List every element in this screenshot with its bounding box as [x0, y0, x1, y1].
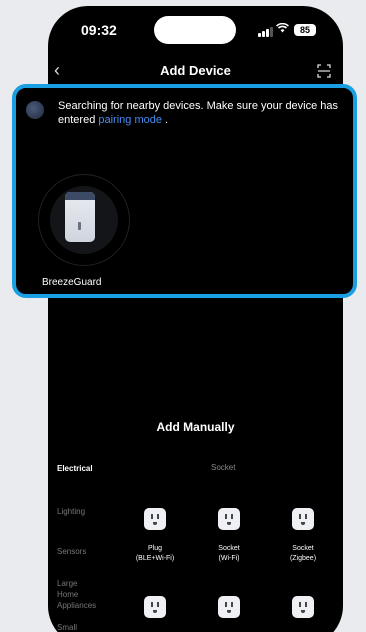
category-sensors[interactable]: Sensors: [57, 546, 86, 557]
search-instructions: Searching for nearby devices. Make sure …: [58, 100, 339, 126]
wifi-icon: [276, 22, 289, 36]
device-tile-label: Plug (BLE+Wi-Fi): [135, 545, 175, 562]
outlet-icon: [218, 508, 240, 530]
device-tile-label: Socket (Zigbee): [289, 545, 317, 562]
outlet-icon: [292, 508, 314, 530]
device-tile-socket-wifi[interactable]: Socket (Wi-Fi): [204, 508, 264, 568]
outlet-icon: [144, 596, 166, 618]
status-time: 09:32: [81, 22, 117, 38]
status-bar: 09:32 85: [48, 6, 343, 50]
device-tile[interactable]: [204, 596, 264, 632]
add-manually-title: Add Manually: [156, 420, 235, 434]
outlet-icon: [292, 596, 314, 618]
device-tile-plug-ble-wifi[interactable]: Plug (BLE+Wi-Fi): [130, 508, 190, 568]
device-tile-socket-zigbee[interactable]: Socket (Zigbee): [278, 508, 338, 568]
outlet-icon: [144, 508, 166, 530]
category-lighting[interactable]: Lighting: [57, 506, 85, 517]
device-tile[interactable]: [130, 596, 190, 632]
battery-icon: 85: [294, 24, 316, 36]
air-purifier-icon[interactable]: [65, 192, 95, 242]
device-tile-label: Socket (Wi-Fi): [218, 545, 240, 562]
found-device-name[interactable]: BreezeGuard: [42, 277, 101, 288]
searching-indicator-icon: [26, 101, 44, 119]
page-title: Add Device: [160, 63, 231, 78]
category-large-home-appliances[interactable]: Large Home Appliances: [57, 578, 97, 611]
nav-bar: ‹ Add Device: [48, 56, 343, 86]
scan-icon[interactable]: [317, 64, 331, 78]
pairing-mode-link[interactable]: pairing mode: [98, 114, 162, 126]
outlet-icon: [218, 596, 240, 618]
dynamic-island: [154, 16, 236, 44]
nearby-search-card: Searching for nearby devices. Make sure …: [12, 84, 357, 298]
socket-section-header: Socket: [211, 463, 236, 472]
category-small[interactable]: Small: [57, 622, 77, 632]
device-tile[interactable]: [278, 596, 338, 632]
signal-icon: [258, 27, 273, 37]
category-electrical[interactable]: Electrical: [57, 463, 93, 474]
